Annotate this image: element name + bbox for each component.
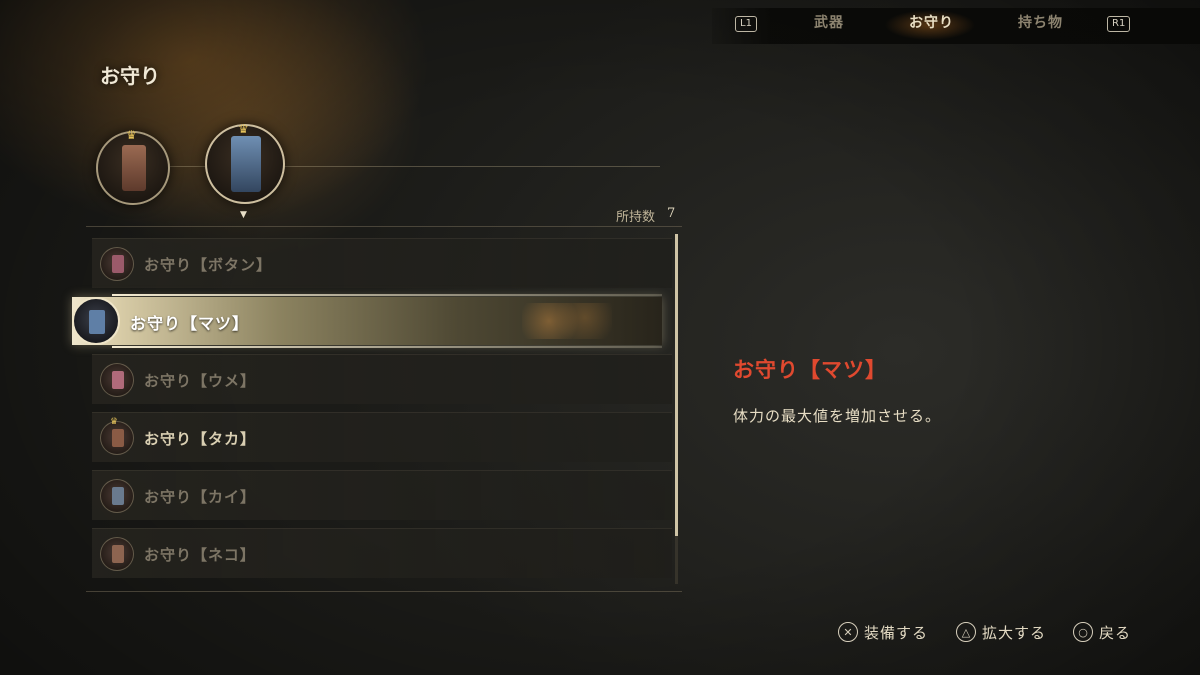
crest-icon: ♛ bbox=[126, 128, 137, 142]
circle-button-icon: ○ bbox=[1073, 622, 1093, 642]
equip-prompt-label: 装備する bbox=[864, 623, 929, 642]
cross-button-icon: ✕ bbox=[838, 622, 858, 642]
list-item-label: お守り【マツ】 bbox=[130, 314, 250, 333]
zoom-prompt-label: 拡大する bbox=[982, 623, 1047, 642]
charm-icon bbox=[72, 297, 120, 345]
list-item-label: お守り【ボタン】 bbox=[144, 256, 273, 274]
scrollbar-thumb[interactable] bbox=[675, 234, 678, 536]
list-item-label: お守り【カイ】 bbox=[144, 488, 257, 506]
detail-title: お守り【マツ】 bbox=[733, 357, 887, 382]
list-item-label: お守り【タカ】 bbox=[144, 430, 257, 448]
list-item[interactable]: ♛ お守り【タカ】 bbox=[92, 412, 672, 462]
flower-decoration bbox=[522, 303, 612, 339]
r1-button-icon[interactable]: R1 bbox=[1107, 16, 1131, 32]
zoom-prompt[interactable]: △ 拡大する bbox=[956, 622, 1046, 642]
page-title: お守り bbox=[100, 64, 160, 88]
list-item[interactable]: お守り【ネコ】 bbox=[92, 528, 672, 578]
tab-items[interactable]: 持ち物 bbox=[1018, 12, 1063, 32]
charm-icon bbox=[100, 479, 134, 513]
l1-button-icon[interactable]: L1 bbox=[735, 16, 757, 32]
equipped-charm-slot-2[interactable] bbox=[205, 124, 285, 204]
equipped-crest-icon: ♛ bbox=[110, 417, 119, 427]
equipped-charm-slot-1[interactable] bbox=[96, 131, 170, 205]
list-item[interactable]: お守り【ウメ】 bbox=[92, 354, 672, 404]
list-item-label: お守り【ネコ】 bbox=[144, 546, 256, 564]
equip-prompt[interactable]: ✕ 装備する bbox=[838, 622, 928, 642]
blue-dragon-charm-icon bbox=[231, 136, 261, 192]
charm-icon bbox=[100, 247, 134, 281]
list-item-selected[interactable]: お守り【マツ】 bbox=[72, 294, 662, 348]
inventory-count-label: 所持数 bbox=[616, 210, 656, 225]
list-item[interactable]: お守り【ボタン】 bbox=[92, 238, 672, 288]
list-item-label: お守り【ウメ】 bbox=[144, 372, 257, 390]
back-prompt[interactable]: ○ 戻る bbox=[1073, 622, 1131, 642]
inventory-count-value: 7 bbox=[667, 206, 676, 221]
charm-icon bbox=[100, 363, 134, 397]
back-prompt-label: 戻る bbox=[1099, 623, 1132, 642]
list-item[interactable]: お守り【カイ】 bbox=[92, 470, 672, 520]
caret-down-icon: ▼ bbox=[240, 210, 247, 220]
brown-charm-icon bbox=[122, 145, 146, 191]
detail-description: 体力の最大値を増加させる。 bbox=[733, 407, 942, 425]
tab-charms[interactable]: お守り bbox=[909, 12, 954, 32]
crest-icon: ♛ bbox=[238, 122, 249, 136]
tab-weapons[interactable]: 武器 bbox=[814, 12, 844, 32]
charm-icon bbox=[100, 537, 134, 571]
triangle-button-icon: △ bbox=[956, 622, 976, 642]
